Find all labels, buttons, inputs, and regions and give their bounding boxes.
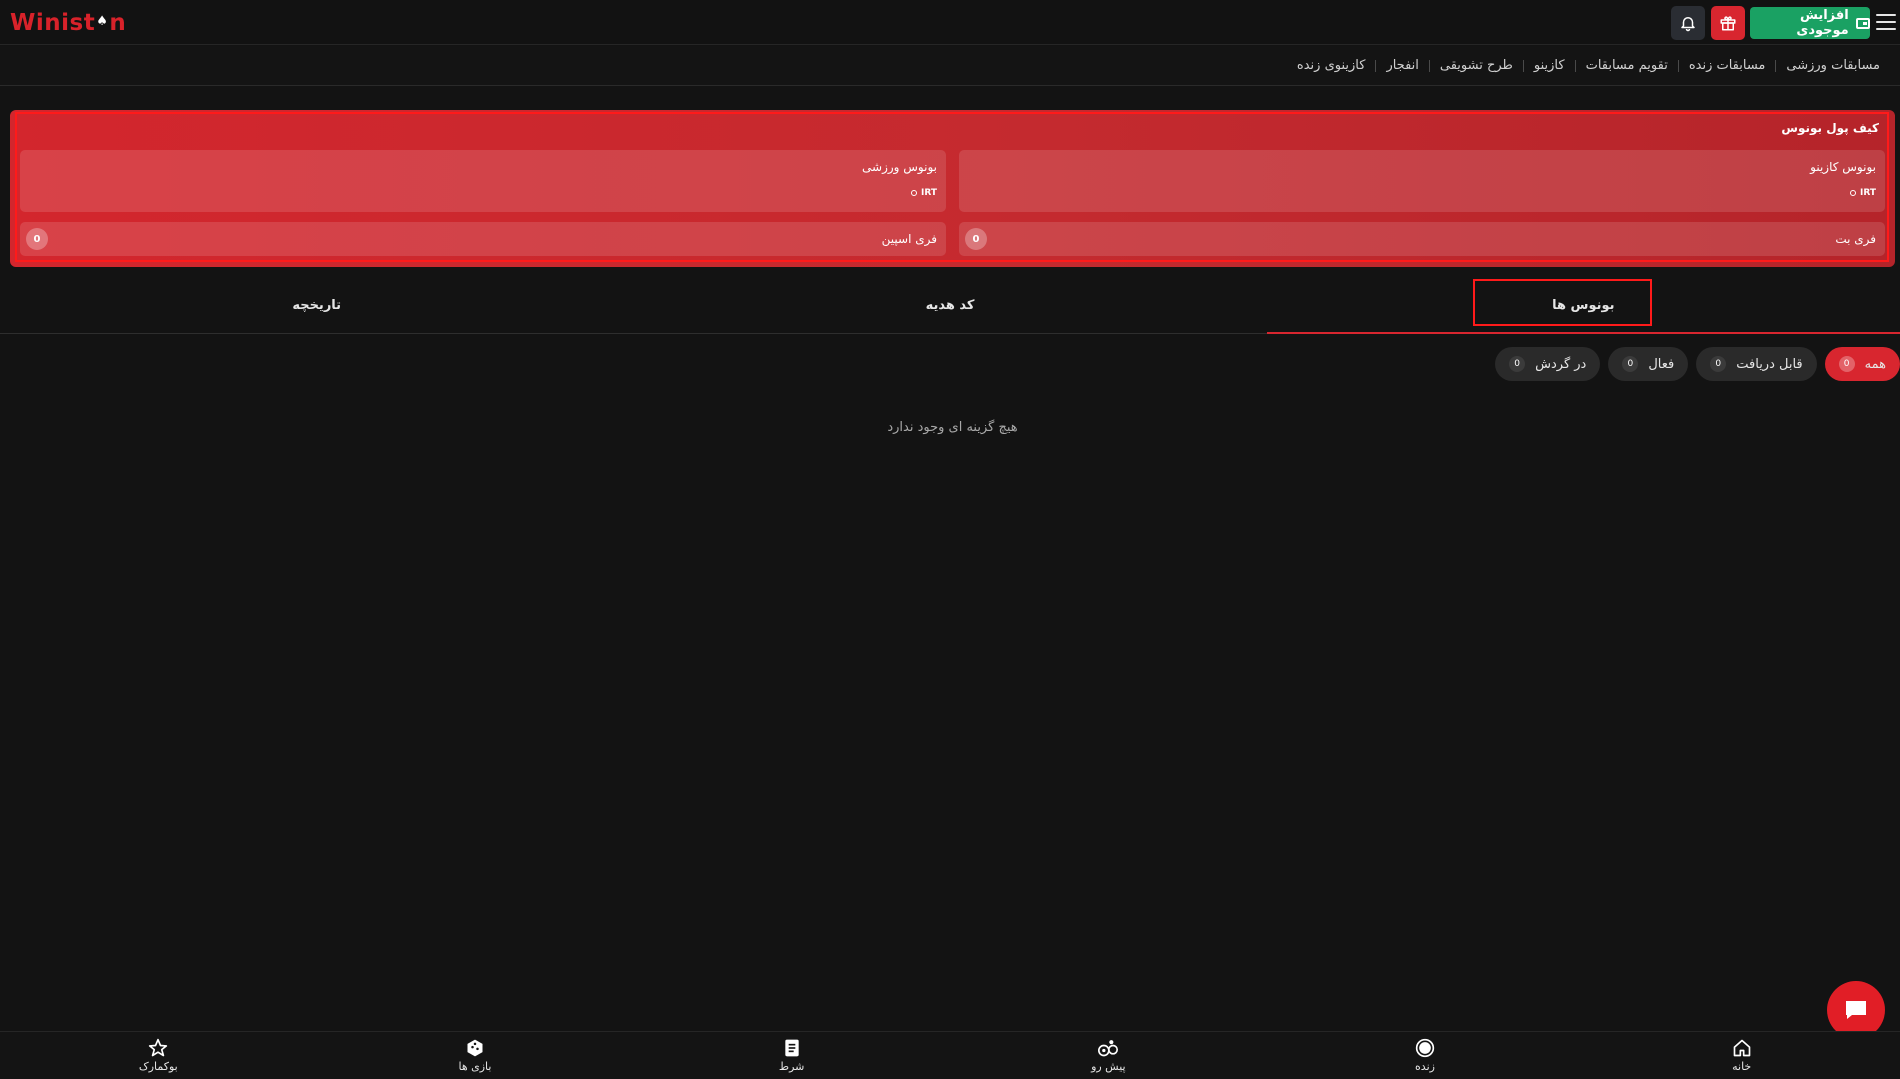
notifications-button[interactable] [1671,6,1705,40]
bottom-nav-label: خانه [1732,1060,1752,1073]
top-header: Winist ♠ n افزایش موجودی [0,0,1900,45]
bottom-nav-label: پیش رو [1091,1060,1126,1073]
bonus-wallet-title: کیف پول بونوس [1781,121,1879,135]
bottom-nav-home[interactable]: خانه [1583,1032,1900,1079]
nav-item-sports[interactable]: مسابقات ورزشی [1776,58,1890,73]
free-bet-label: فری بت [1835,232,1876,246]
free-spin-card[interactable]: فری اسپین 0 [20,222,946,256]
filter-count: 0 [1509,356,1526,372]
currency-label: IRT [1859,188,1876,198]
filter-wagering[interactable]: در گردش 0 [1495,347,1601,381]
nav-divider [1522,59,1524,72]
logo-text-start: Winist [10,10,96,36]
nav-item-casino[interactable]: کازینو [1524,58,1575,73]
deposit-label: افزایش موجودی [1796,8,1849,38]
free-bet-card[interactable]: فری بت 0 [959,222,1885,256]
bottom-nav-label: بازی ها [458,1060,492,1073]
casino-bonus-amount: IRT [1849,188,1876,198]
bell-icon [1681,17,1695,32]
bottom-nav-label: زنده [1415,1060,1435,1073]
main-nav: مسابقات ورزشی مسابقات زنده تقویم مسابقات… [0,46,1900,86]
bottom-nav-live[interactable]: زنده [1267,1032,1584,1079]
filter-active[interactable]: فعال 0 [1608,347,1689,381]
bottom-nav-bookmark[interactable]: بوکمارک [0,1032,317,1079]
nav-divider [1775,59,1777,72]
zero-indicator [1849,190,1856,196]
filter-label: همه [1864,356,1886,372]
filter-label: فعال [1648,356,1675,372]
casino-bonus-card: بونوس کازینو IRT [959,150,1885,212]
games-icon [467,1039,483,1057]
free-spin-label: فری اسپین [881,232,937,246]
free-spin-count: 0 [26,228,48,250]
sports-bonus-label: بونوس ورزشی [862,160,937,174]
filter-label: در گردش [1535,356,1587,372]
betslip-icon [784,1039,799,1057]
tab-history[interactable]: تاریخچه [0,277,633,333]
home-icon [1733,1039,1751,1057]
filter-claimable[interactable]: قابل دریافت 0 [1696,347,1817,381]
wallet-icon [1855,17,1870,29]
live-icon [1415,1038,1435,1058]
filter-all[interactable]: همه 0 [1824,347,1900,381]
nav-item-live[interactable]: مسابقات زنده [1679,58,1776,73]
deposit-button[interactable]: افزایش موجودی [1750,7,1870,39]
upcoming-icon [1098,1040,1119,1057]
nav-divider [1677,59,1679,72]
casino-bonus-label: بونوس کازینو [1810,160,1876,174]
nav-item-live-casino[interactable]: کازینوی زنده [1287,58,1376,73]
gift-icon [1720,16,1736,31]
bonus-wallet-panel: کیف پول بونوس بونوس کازینو IRT بونوس ورز… [10,110,1895,267]
empty-state-message: هیچ گزینه ای وجود ندارد [887,420,1018,435]
bottom-nav-label: بوکمارک [138,1060,178,1073]
filter-count: 0 [1838,356,1855,372]
bottom-nav-games[interactable]: بازی ها [317,1032,634,1079]
filter-count: 0 [1710,356,1727,372]
tab-bonuses[interactable]: بونوس ها [1266,277,1900,334]
filter-label: قابل دریافت [1736,356,1803,372]
site-logo[interactable]: Winist ♠ n [10,9,126,37]
nav-divider [1574,59,1576,72]
bonus-tabs: بونوس ها کد هدیه تاریخچه [0,277,1900,334]
sports-bonus-card: بونوس ورزشی IRT [20,150,946,212]
star-icon [149,1038,168,1057]
hamburger-icon[interactable] [1876,11,1896,33]
bottom-nav-betslip[interactable]: شرط [633,1032,950,1079]
nav-divider [1375,59,1377,72]
nav-item-crash[interactable]: انفجار [1376,58,1428,73]
free-bet-count: 0 [965,228,987,250]
tab-gift-code[interactable]: کد هدیه [633,277,1266,333]
bottom-nav-label: شرط [778,1060,805,1073]
nav-item-calendar[interactable]: تقویم مسابقات [1576,58,1678,73]
nav-item-promotions[interactable]: طرح تشویقی [1430,58,1523,73]
currency-label: IRT [920,188,937,198]
chat-icon [1846,1001,1866,1019]
zero-indicator [910,190,917,196]
bottom-nav-upcoming[interactable]: پیش رو [950,1032,1267,1079]
nav-divider [1428,59,1430,72]
bottom-nav: خانه زنده پیش رو شرط بازی ها بوکمارک [0,1031,1900,1079]
gift-button[interactable] [1711,6,1745,40]
filter-count: 0 [1622,356,1639,372]
sports-bonus-amount: IRT [910,188,937,198]
logo-text-end: n [109,10,127,36]
bonus-filters: همه 0 قابل دریافت 0 فعال 0 در گردش 0 [1495,347,1900,381]
spade-icon: ♠ [96,13,109,29]
